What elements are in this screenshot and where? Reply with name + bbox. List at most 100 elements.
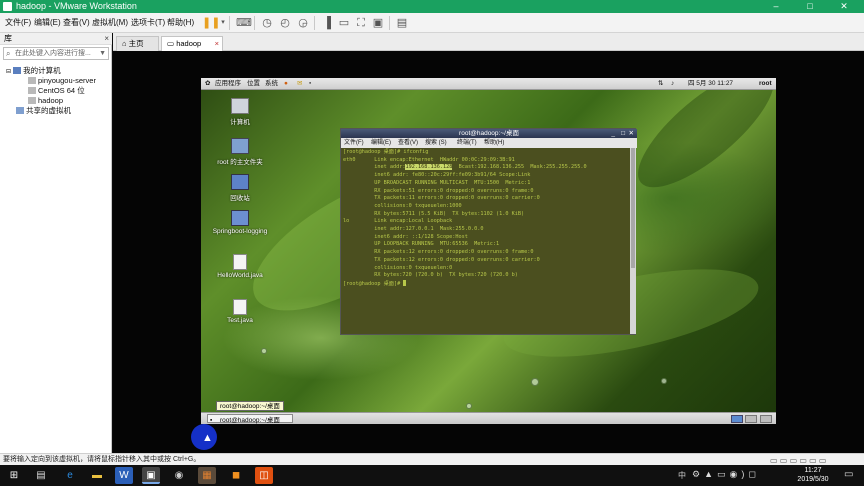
menu-help[interactable]: 帮助(H)	[167, 17, 194, 28]
desktop-icon-file[interactable]: HelloWorld.java	[210, 254, 270, 279]
trash-icon	[231, 174, 249, 190]
minimize-button[interactable]: –	[764, 0, 788, 13]
tab-home[interactable]: ⌂ 主页	[116, 36, 159, 51]
tray-icons[interactable]: ⚙▲▭◉)◻	[692, 469, 760, 480]
terminal-close-button[interactable]: ✕	[629, 129, 634, 138]
terminal-menu-view[interactable]: 查看(V)	[398, 138, 418, 148]
terminal-minimize-button[interactable]: _	[611, 129, 615, 138]
tray-text[interactable]: 中	[678, 470, 686, 481]
tree-item-shared-vms[interactable]: 共享的虚拟机	[16, 106, 71, 115]
tree-item-vm[interactable]: pinyougou-server	[28, 76, 96, 85]
pause-icon[interactable]: ❚❚	[202, 16, 220, 30]
vmware-taskbar-icon[interactable]: ▣	[142, 467, 160, 484]
start-icon[interactable]: ⊞	[5, 467, 23, 484]
java-file-icon	[233, 299, 247, 315]
network-icon[interactable]: ⇅	[658, 78, 663, 90]
terminal-title-bar[interactable]: root@hadoop:~/桌面 _ □ ✕	[341, 129, 637, 138]
taskbar-terminal-button[interactable]: ▪ root@hadoop:~/桌面	[207, 414, 293, 424]
menu-tabs[interactable]: 选项卡(T)	[131, 17, 165, 28]
library-search-input[interactable]: ⌕ 在此处键入内容进行搜... ▼	[3, 47, 109, 60]
terminal-menu-terminal[interactable]: 终端(T)	[457, 138, 477, 148]
terminal-line: RX packets:12 errors:0 dropped:0 overrun…	[343, 249, 534, 256]
task-view-icon[interactable]: ▤	[32, 467, 50, 484]
terminal-menu-help[interactable]: 帮助(H)	[484, 138, 504, 148]
app-icon[interactable]: ◫	[255, 467, 273, 484]
workspace-1[interactable]	[731, 415, 743, 423]
menu-applications[interactable]: 应用程序	[215, 78, 241, 90]
desktop-icon-file[interactable]: Test.java	[210, 299, 270, 324]
status-bar: 要将输入定向到该虚拟机，请将鼠标指针移入其中或按 Ctrl+G。 ▭ ▭ ▭ ▭…	[0, 453, 864, 465]
home-icon: ⌂	[122, 39, 127, 48]
mail-icon[interactable]: ✉	[297, 78, 302, 90]
browser-icon[interactable]: ◉	[170, 467, 188, 484]
toolbar-separator	[389, 16, 390, 30]
volume-icon[interactable]: ♪	[671, 78, 674, 90]
terminal-line: RX bytes:720 (720.0 b) TX bytes:720 (720…	[343, 272, 518, 279]
tree-item-vm[interactable]: CentOS 64 位	[28, 86, 85, 95]
workspace-2[interactable]	[745, 415, 757, 423]
menu-system[interactable]: 系统	[265, 78, 278, 90]
terminal-menu-edit[interactable]: 编辑(E)	[371, 138, 391, 148]
terminal-line: TX packets:12 errors:0 dropped:0 overrun…	[343, 256, 540, 263]
trash-applet-icon[interactable]	[760, 415, 772, 423]
tree-item-vm[interactable]: hadoop	[28, 96, 63, 105]
app-icon[interactable]: ▦	[198, 467, 216, 484]
file-explorer-icon[interactable]: ▬	[88, 467, 106, 484]
desktop-icon-home[interactable]: root 的主文件夹	[210, 138, 270, 166]
show-library-icon[interactable]: ▐	[320, 16, 334, 30]
vm-icon	[28, 97, 36, 104]
library-title: 库	[4, 34, 12, 43]
fullscreen-icon[interactable]: ⛶	[354, 16, 368, 30]
menu-edit[interactable]: 编辑(E)	[34, 17, 61, 28]
clock-time: 11:27	[804, 467, 822, 474]
unity-icon[interactable]: ▣	[371, 16, 385, 30]
menu-file[interactable]: 文件(F)	[5, 17, 31, 28]
firefox-icon[interactable]: ●	[284, 78, 288, 90]
home-folder-icon	[231, 138, 249, 154]
selected-ip[interactable]: 192.168.136.128	[405, 164, 453, 171]
close-window-button[interactable]: ✕	[832, 0, 856, 13]
menu-vm[interactable]: 虚拟机(M)	[92, 17, 128, 28]
snapshot-icon[interactable]: ◷	[260, 16, 274, 30]
tab-hadoop[interactable]: ▭ hadoop ×	[161, 36, 223, 51]
terminal-line: [root@hadoop 桌面]# ifconfig	[343, 149, 429, 155]
menu-places[interactable]: 位置	[247, 78, 260, 90]
library-close-button[interactable]: ×	[104, 33, 109, 45]
edge-icon[interactable]: e	[61, 467, 79, 484]
terminal-menu-search[interactable]: 搜索 (S)	[425, 138, 447, 148]
computer-icon	[13, 67, 22, 74]
menu-view[interactable]: 查看(V)	[63, 17, 90, 28]
taskbar-clock[interactable]: 11:27 2019/5/30	[788, 466, 838, 484]
console-view-icon[interactable]: ▤	[395, 16, 409, 30]
maximize-button[interactable]: □	[798, 0, 822, 13]
app-icon[interactable]: ◼	[227, 467, 245, 484]
terminal-launcher-icon[interactable]: ▪	[309, 78, 311, 90]
toolbar-separator	[314, 16, 315, 30]
terminal-output[interactable]: [root@hadoop 桌面]# ifconfig eth0 Link enca…	[341, 148, 630, 334]
panel-clock[interactable]: 四 5月 30 11:27	[688, 78, 733, 90]
terminal-window[interactable]: root@hadoop:~/桌面 _ □ ✕ 文件(F) 编辑(E) 查看(V)…	[340, 128, 637, 335]
terminal-scrollbar[interactable]	[630, 148, 636, 334]
terminal-maximize-button[interactable]: □	[621, 129, 625, 138]
chevron-down-icon[interactable]: ▼	[99, 48, 106, 59]
notification-icon[interactable]: ▭	[844, 469, 853, 480]
terminal-line: UP BROADCAST RUNNING MULTICAST MTU:1500 …	[343, 179, 531, 186]
terminal-line: collisions:0 txqueuelen:1000	[343, 202, 462, 209]
word-icon[interactable]: W	[115, 467, 133, 484]
terminal-menu-bar: 文件(F) 编辑(E) 查看(V) 搜索 (S) 终端(T) 帮助(H)	[341, 138, 637, 148]
snapshot-manager-icon[interactable]: ◶	[296, 16, 310, 30]
desktop-icon-folder[interactable]: Springboot-logging	[210, 210, 270, 235]
guest-desktop[interactable]: ✿ 应用程序 位置 系统 ● ✉ ▪ ⇅ ♪ 四 5月 30 11:27 roo…	[201, 78, 776, 424]
panel-user[interactable]: root	[759, 78, 772, 90]
send-keys-icon[interactable]: ⌨	[236, 16, 252, 30]
tab-close-button[interactable]: ×	[215, 37, 219, 50]
terminal-line: inet6 addr: fe80::20c:29ff:fe09:3b91/64 …	[374, 172, 531, 179]
revert-snapshot-icon[interactable]: ◴	[278, 16, 292, 30]
scrollbar-thumb[interactable]	[631, 148, 635, 268]
desktop-icon-computer[interactable]: 计算机	[210, 98, 270, 126]
terminal-menu-file[interactable]: 文件(F)	[344, 138, 364, 148]
desktop-icon-trash[interactable]: 回收站	[210, 174, 270, 202]
dropdown-icon[interactable]: ▾	[216, 16, 230, 30]
clock-date: 2019/5/30	[797, 476, 829, 483]
thumbnail-icon[interactable]: ▭	[337, 16, 351, 30]
